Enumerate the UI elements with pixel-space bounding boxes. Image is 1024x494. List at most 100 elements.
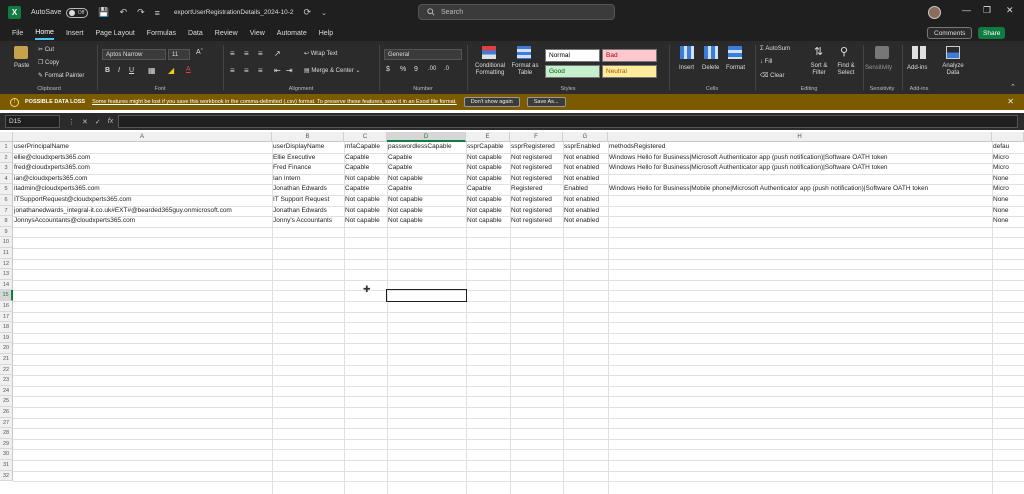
italic-icon[interactable]: I bbox=[118, 67, 120, 74]
autosave-toggle[interactable]: Off bbox=[66, 7, 89, 18]
wrap-text-button[interactable]: ↩ Wrap Text bbox=[304, 50, 338, 57]
menu-file[interactable]: File bbox=[12, 28, 23, 39]
addins-button[interactable]: Add-ins bbox=[907, 65, 927, 71]
table-cell[interactable]: None bbox=[992, 206, 1024, 217]
style-good[interactable]: Good bbox=[545, 65, 600, 78]
underline-icon[interactable]: U bbox=[129, 67, 134, 74]
analyze-data-icon[interactable] bbox=[946, 46, 960, 59]
row-header-28[interactable]: 28 bbox=[0, 428, 13, 439]
menu-review[interactable]: Review bbox=[215, 28, 238, 39]
column-header-G[interactable]: G bbox=[563, 132, 608, 142]
table-cell[interactable]: Fred Finance bbox=[272, 163, 344, 174]
save-as-button[interactable]: Save As... bbox=[526, 97, 566, 107]
table-cell[interactable]: Not registered bbox=[510, 174, 563, 185]
header-cell[interactable]: ssprEnabled bbox=[563, 142, 608, 153]
table-cell[interactable]: Not capable bbox=[387, 216, 466, 227]
menu-formulas[interactable]: Formulas bbox=[147, 28, 176, 39]
comments-button[interactable]: Comments bbox=[927, 27, 973, 39]
table-cell[interactable]: itadmin@cloudxperts365.com bbox=[13, 184, 272, 195]
row-header-7[interactable]: 7 bbox=[0, 205, 13, 217]
row-header-20[interactable]: 20 bbox=[0, 343, 13, 354]
table-cell[interactable]: Not enabled bbox=[563, 153, 608, 164]
table-cell[interactable]: Capable bbox=[344, 163, 387, 174]
row-header-5[interactable]: 5 bbox=[0, 184, 13, 195]
redo-icon[interactable]: ↷ bbox=[137, 7, 145, 18]
table-cell[interactable]: Micro bbox=[992, 184, 1024, 195]
more-icon[interactable]: ⋮ bbox=[68, 118, 75, 126]
sensitivity-button[interactable]: Sensitivity bbox=[865, 65, 892, 71]
row-header-9[interactable]: 9 bbox=[0, 226, 13, 238]
table-cell[interactable]: Not capable bbox=[466, 153, 510, 164]
table-cell[interactable]: Not capable bbox=[344, 174, 387, 185]
delete-cells-button[interactable]: Delete bbox=[702, 65, 719, 71]
align-left-icon[interactable]: ≡ bbox=[230, 66, 235, 75]
increase-indent-icon[interactable]: ⇥ bbox=[286, 66, 293, 75]
table-cell[interactable]: Windows Hello for Business|Mobile phone|… bbox=[608, 184, 992, 195]
number-format-dropdown[interactable]: General bbox=[384, 49, 462, 60]
table-cell[interactable]: Ellie Executive bbox=[272, 153, 344, 164]
table-cell[interactable]: Capable bbox=[387, 153, 466, 164]
table-cell[interactable]: Not enabled bbox=[563, 206, 992, 217]
row-header-14[interactable]: 14 bbox=[0, 279, 13, 291]
addins-icon[interactable] bbox=[912, 46, 926, 59]
analyze-data-button[interactable]: Analyze Data bbox=[938, 63, 968, 77]
header-cell[interactable]: mfaCapable bbox=[344, 142, 387, 153]
row-header-11[interactable]: 11 bbox=[0, 248, 13, 259]
row-header-30[interactable]: 30 bbox=[0, 449, 13, 460]
table-cell[interactable]: Not capable bbox=[344, 195, 387, 206]
minimize-icon[interactable]: — bbox=[962, 5, 971, 15]
table-cell[interactable]: Registered bbox=[510, 184, 563, 195]
table-cell[interactable]: fred@cloudxperts365.com bbox=[13, 163, 272, 174]
row-header-22[interactable]: 22 bbox=[0, 364, 13, 376]
row-header-12[interactable]: 12 bbox=[0, 258, 13, 270]
dont-show-again-button[interactable]: Don't show again bbox=[463, 97, 520, 107]
format-painter-button[interactable]: ✎ Format Painter bbox=[38, 72, 84, 79]
decrease-indent-icon[interactable]: ⇤ bbox=[274, 66, 281, 75]
table-cell[interactable]: Not registered bbox=[510, 163, 563, 174]
table-cell[interactable]: Not capable bbox=[387, 206, 466, 217]
sync-icon[interactable]: ⟳ bbox=[304, 7, 312, 18]
table-cell[interactable]: Not capable bbox=[466, 195, 510, 206]
formula-input[interactable] bbox=[118, 115, 1018, 128]
cancel-icon[interactable]: ✕ bbox=[82, 118, 88, 126]
find-select-button[interactable]: Find & Select bbox=[832, 63, 860, 77]
row-header-18[interactable]: 18 bbox=[0, 322, 13, 333]
format-cells-button[interactable]: Format bbox=[726, 65, 745, 71]
table-cell[interactable]: Jonathan Edwards bbox=[272, 206, 344, 217]
menu-view[interactable]: View bbox=[250, 28, 265, 39]
row-header-13[interactable]: 13 bbox=[0, 269, 13, 280]
table-cell[interactable]: IT Support Request bbox=[272, 195, 344, 206]
align-bottom-icon[interactable]: ≡ bbox=[258, 49, 263, 58]
find-select-icon[interactable]: ⚲ bbox=[840, 45, 848, 58]
row-header-2[interactable]: 2 bbox=[0, 152, 13, 164]
column-header-H[interactable]: H bbox=[608, 132, 992, 142]
row-header-3[interactable]: 3 bbox=[0, 163, 13, 174]
table-cell[interactable]: Micro bbox=[992, 163, 1024, 174]
row-header-8[interactable]: 8 bbox=[0, 216, 13, 227]
percent-icon[interactable]: % bbox=[400, 66, 406, 73]
row-header-6[interactable]: 6 bbox=[0, 195, 13, 206]
table-cell[interactable]: Ian Intern bbox=[272, 174, 344, 185]
row-header-23[interactable]: 23 bbox=[0, 375, 13, 386]
align-right-icon[interactable]: ≡ bbox=[258, 66, 263, 75]
table-cell[interactable]: Not enabled bbox=[563, 216, 992, 227]
table-cell[interactable]: Not registered bbox=[510, 206, 563, 217]
customize-qat-icon[interactable]: ≡ bbox=[155, 8, 160, 18]
table-cell[interactable]: None bbox=[992, 195, 1024, 206]
paste-icon[interactable] bbox=[14, 46, 28, 59]
table-cell[interactable]: Not capable bbox=[344, 206, 387, 217]
table-cell[interactable]: Not enabled bbox=[563, 195, 992, 206]
table-cell[interactable]: Not capable bbox=[387, 195, 466, 206]
name-box[interactable]: D15 bbox=[5, 115, 60, 128]
table-cell[interactable]: Capable bbox=[387, 184, 466, 195]
table-cell[interactable]: Windows Hello for Business|Microsoft Aut… bbox=[608, 163, 992, 174]
row-header-29[interactable]: 29 bbox=[0, 438, 13, 450]
row-header-25[interactable]: 25 bbox=[0, 396, 13, 407]
column-header-F[interactable]: F bbox=[510, 132, 563, 142]
sort-filter-icon[interactable]: ⇅ bbox=[814, 45, 823, 58]
avatar[interactable] bbox=[928, 6, 941, 19]
close-icon[interactable]: ✕ bbox=[1007, 97, 1014, 106]
header-cell[interactable]: ssprRegistered bbox=[510, 142, 563, 153]
row-header-21[interactable]: 21 bbox=[0, 354, 13, 365]
fx-icon[interactable]: fx bbox=[108, 118, 113, 125]
